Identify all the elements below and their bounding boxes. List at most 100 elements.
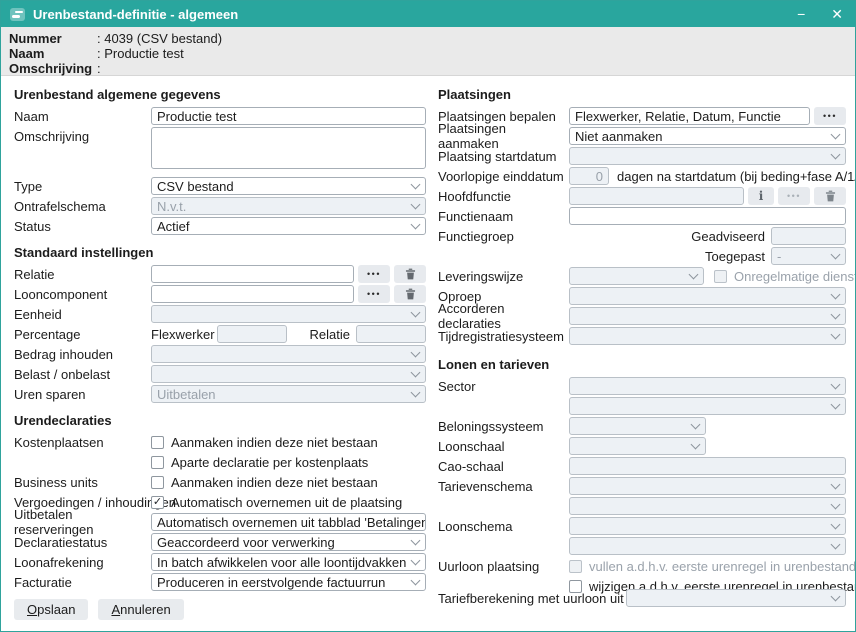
save-button[interactable]: Opslaan (14, 599, 88, 620)
relatie-lookup-button[interactable]: ••• (358, 265, 390, 283)
plaatsing-startdatum-select (569, 147, 846, 165)
uitbetalen-reserveringen-select[interactable]: Automatisch overnemen uit tabblad 'Betal… (151, 513, 426, 531)
chevron-down-icon (411, 535, 421, 545)
tariefberekening-select (626, 589, 846, 607)
functienaam-input[interactable] (569, 207, 846, 225)
facturatie-label: Facturatie (14, 575, 151, 590)
ellipsis-icon: ••• (787, 192, 801, 201)
header-label-nummer: Nummer (9, 31, 97, 46)
hoofdfunctie-lookup-button: ••• (778, 187, 810, 205)
facturatie-select[interactable]: Produceren in eerstvolgende factuurrun (151, 573, 426, 591)
type-select[interactable]: CSV bestand (151, 177, 426, 195)
chevron-down-icon (411, 307, 421, 317)
percentage-relatie-input (356, 325, 426, 343)
status-select[interactable]: Actief (151, 217, 426, 235)
hoofdfunctie-info-button[interactable]: i (748, 187, 774, 205)
close-icon[interactable]: ✕ (831, 7, 843, 21)
plaatsingen-bepalen-input[interactable]: Flexwerker, Relatie, Datum, Functie (569, 107, 810, 125)
relatie-input[interactable] (151, 265, 354, 283)
loonschaal-select (569, 437, 706, 455)
cao-schaal-input (569, 457, 846, 475)
uitbetalen-reserveringen-label: Uitbetalen reserveringen (14, 507, 151, 537)
chevron-down-icon (831, 539, 841, 549)
looncomponent-label: Looncomponent (14, 287, 151, 302)
percentage-flexwerker-input (217, 325, 287, 343)
kostenplaatsen-aanmaken-checkbox[interactable] (151, 436, 164, 449)
percentage-flexwerker-label: Flexwerker (151, 327, 211, 342)
bedrag-inhouden-label: Bedrag inhouden (14, 347, 151, 362)
eenheid-select (151, 305, 426, 323)
chevron-down-icon (689, 269, 699, 279)
tariefberekening-label: Tariefberekening met uurloon uit (438, 591, 626, 606)
chevron-down-icon (831, 499, 841, 509)
toegepast-label: Toegepast (705, 249, 765, 264)
chevron-down-icon (411, 555, 421, 565)
chevron-down-icon (411, 179, 421, 189)
functienaam-label: Functienaam (438, 209, 569, 224)
tarievenschema-label: Tarievenschema (438, 479, 569, 494)
chevron-down-icon (831, 149, 841, 159)
chevron-down-icon (831, 329, 841, 339)
uren-sparen-label: Uren sparen (14, 387, 151, 402)
beloningssysteem-select (569, 417, 706, 435)
minimize-icon[interactable]: − (797, 7, 805, 21)
cancel-button[interactable]: Annuleren (98, 599, 183, 620)
chevron-down-icon (411, 387, 421, 397)
chevron-down-icon (831, 379, 841, 389)
tijdregistratiesysteem-select (569, 327, 846, 345)
loonafrekening-select[interactable]: In batch afwikkelen voor alle loontijdva… (151, 553, 426, 571)
section-lonen-en-tarieven: Lonen en tarieven (438, 357, 846, 373)
plaatsingen-aanmaken-select[interactable]: Niet aanmaken (569, 127, 846, 145)
chevron-down-icon (411, 199, 421, 209)
looncomponent-lookup-button[interactable]: ••• (358, 285, 390, 303)
business-units-aanmaken-checkbox-label: Aanmaken indien deze niet bestaan (171, 475, 378, 490)
trash-icon (405, 288, 416, 300)
sector-select-1 (569, 377, 846, 395)
functiegroep-label: Functiegroep (438, 229, 569, 244)
chevron-down-icon (831, 479, 841, 489)
sector-select-2 (569, 397, 846, 415)
onregelmatige-diensten-checkbox (714, 270, 727, 283)
loonschema-select-2 (569, 537, 846, 555)
declaratiestatus-select[interactable]: Geaccordeerd voor verwerking (151, 533, 426, 551)
loonschema-label: Loonschema (438, 519, 569, 534)
looncomponent-delete-button[interactable] (394, 285, 426, 303)
belast-onbelast-label: Belast / onbelast (14, 367, 151, 382)
voorlopige-einddatum-suffix: dagen na startdatum (bij beding+fase A/1… (617, 169, 856, 184)
oproep-select (569, 287, 846, 305)
ontrafelschema-select: N.v.t. (151, 197, 426, 215)
relatie-delete-button[interactable] (394, 265, 426, 283)
voorlopige-einddatum-input: 0 (569, 167, 609, 185)
chevron-down-icon (411, 575, 421, 585)
omschrijving-label: Omschrijving (14, 127, 151, 144)
relatie-label: Relatie (14, 267, 151, 282)
plaatsingen-bepalen-lookup-button[interactable]: ••• (814, 107, 846, 125)
section-standaard-instellingen: Standaard instellingen (14, 245, 426, 261)
hoofdfunctie-delete-button[interactable] (814, 187, 846, 205)
cao-schaal-label: Cao-schaal (438, 459, 569, 474)
chevron-down-icon (411, 219, 421, 229)
header-value-naam: : Productie test (97, 46, 184, 61)
ellipsis-icon: ••• (823, 112, 837, 121)
naam-label: Naam (14, 109, 151, 124)
plaatsing-startdatum-label: Plaatsing startdatum (438, 149, 569, 164)
loonschaal-label: Loonschaal (438, 439, 569, 454)
ellipsis-icon: ••• (367, 270, 381, 279)
aparte-declaratie-checkbox[interactable] (151, 456, 164, 469)
looncomponent-input[interactable] (151, 285, 354, 303)
percentage-label: Percentage (14, 327, 151, 342)
ellipsis-icon: ••• (367, 290, 381, 299)
naam-input[interactable]: Productie test (151, 107, 426, 125)
business-units-aanmaken-checkbox[interactable] (151, 476, 164, 489)
leveringswijze-label: Leveringswijze (438, 269, 569, 284)
business-units-label: Business units (14, 475, 151, 490)
uren-sparen-select: Uitbetalen (151, 385, 426, 403)
omschrijving-textarea[interactable] (151, 127, 426, 169)
loonschema-select-1 (569, 517, 846, 535)
kostenplaatsen-label: Kostenplaatsen (14, 435, 151, 450)
beloningssysteem-label: Beloningssysteem (438, 419, 569, 434)
ontrafelschema-label: Ontrafelschema (14, 199, 151, 214)
vergoedingen-overnemen-checkbox[interactable]: ✓ (151, 496, 164, 509)
section-plaatsingen: Plaatsingen (438, 87, 846, 103)
record-header: Nummer: 4039 (CSV bestand) Naam: Product… (1, 27, 855, 76)
